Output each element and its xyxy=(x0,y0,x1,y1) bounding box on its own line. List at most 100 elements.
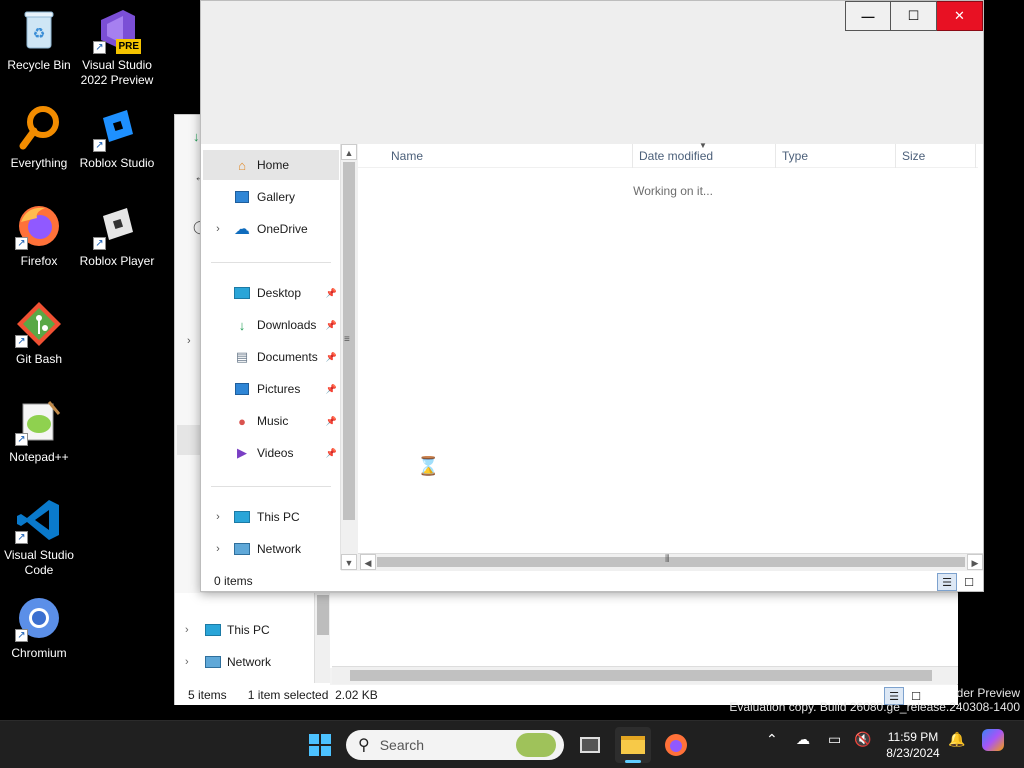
nav-item-music[interactable]: ● Music 📌 xyxy=(203,406,339,436)
desktop-icon-recycle-bin[interactable]: ♻ Recycle Bin xyxy=(0,6,78,73)
desktop-icon-label: Chromium xyxy=(11,646,67,660)
scrollbar-grip-icon: ⦀ xyxy=(665,554,670,565)
display-icon[interactable]: ▭ xyxy=(828,731,841,748)
nav-item-onedrive[interactable]: › ☁ OneDrive xyxy=(203,214,339,244)
explorer-window-foreground[interactable]: — ☐ ✕ ⌂ Home Gallery › ☁ OneDrive Deskto… xyxy=(200,0,984,592)
desktop-icon-chromium[interactable]: ↗ Chromium xyxy=(0,594,78,661)
scrollbar-thumb[interactable] xyxy=(377,557,965,567)
task-view-button[interactable] xyxy=(572,727,608,763)
selected-row-highlight xyxy=(177,425,201,455)
nav-item-label: Videos xyxy=(257,446,294,460)
chevron-right-icon[interactable]: › xyxy=(185,624,199,636)
title-bar[interactable]: — ☐ ✕ xyxy=(201,1,983,144)
git-bash-icon: ↗ xyxy=(15,300,63,348)
nav-item-this-pc[interactable]: › This PC xyxy=(185,619,270,641)
desktop-icon-everything[interactable]: Everything xyxy=(0,104,78,171)
nav-item-downloads[interactable]: ↓ Downloads 📌 xyxy=(203,310,339,340)
busy-cursor-icon: ⌛ xyxy=(417,456,440,476)
notification-bell-icon[interactable]: 🔔 xyxy=(948,731,965,748)
back-window-toolbar-strip xyxy=(175,115,201,595)
column-header-date-modified[interactable]: ▼ Date modified xyxy=(633,141,776,168)
scroll-left-button[interactable]: ◀ xyxy=(360,554,376,570)
nav-item-network[interactable]: › Network xyxy=(203,534,339,564)
nav-item-label: Network xyxy=(257,542,302,556)
nav-item-this-pc[interactable]: › This PC xyxy=(203,502,339,532)
chevron-right-icon[interactable]: › xyxy=(185,656,199,668)
scroll-up-button[interactable]: ▲ xyxy=(341,144,357,160)
this-pc-icon xyxy=(233,509,251,525)
desktop-icon-label: Roblox Player xyxy=(79,254,155,268)
nav-item-label: This PC xyxy=(257,510,300,524)
nav-item-network[interactable]: › Network xyxy=(185,651,271,673)
horizontal-scrollbar[interactable]: ◀ ⦀ ▶ xyxy=(358,553,983,570)
close-button[interactable]: ✕ xyxy=(937,1,983,31)
pin-icon[interactable]: 📌 xyxy=(326,384,337,395)
chevron-right-icon[interactable]: › xyxy=(187,335,191,347)
item-count: 0 items xyxy=(214,574,253,588)
this-pc-icon xyxy=(205,624,221,636)
nav-item-documents[interactable]: ▤ Documents 📌 xyxy=(203,342,339,372)
nav-item-home[interactable]: ⌂ Home xyxy=(203,150,339,180)
system-clock[interactable]: 11:59 PM 8/23/2024 xyxy=(882,729,944,761)
desktop-icon-label: Visual Studio 2022 Preview xyxy=(80,58,154,87)
large-icons-view-icon[interactable]: ☐ xyxy=(959,573,979,591)
pin-icon[interactable]: 📌 xyxy=(326,320,337,331)
scroll-right-button[interactable]: ▶ xyxy=(967,554,983,570)
scroll-down-button[interactable]: ▼ xyxy=(341,554,357,570)
pin-icon[interactable]: 📌 xyxy=(326,352,337,363)
column-header-type[interactable]: Type xyxy=(776,144,896,168)
desktop-icon-firefox[interactable]: ↗ Firefox xyxy=(0,202,78,269)
desktop-icon-roblox-player[interactable]: ↗ Roblox Player xyxy=(78,202,156,269)
minimize-button[interactable]: — xyxy=(845,1,891,31)
column-header-name[interactable]: Name xyxy=(358,144,633,168)
onedrive-offline-icon[interactable]: ☁ xyxy=(796,731,810,748)
desktop-icon-roblox-studio[interactable]: ↗ Roblox Studio xyxy=(78,104,156,171)
taskbar-search-box[interactable]: ⚲ Search xyxy=(346,730,564,760)
pin-icon[interactable]: 📌 xyxy=(326,288,337,299)
chevron-right-icon[interactable]: › xyxy=(211,511,225,523)
vscode-icon: ↗ xyxy=(15,496,63,544)
loading-message: Working on it... xyxy=(633,184,713,198)
file-list[interactable]: Name ▼ Date modified Type Size Working o… xyxy=(358,141,983,555)
network-icon xyxy=(205,656,221,668)
file-explorer-icon xyxy=(621,736,645,754)
start-button[interactable] xyxy=(302,727,338,763)
pin-icon[interactable]: 📌 xyxy=(326,448,337,459)
nav-divider xyxy=(211,486,331,487)
desktop-icon-visual-studio[interactable]: PRE ↗ Visual Studio 2022 Preview xyxy=(78,6,156,88)
shortcut-arrow-icon: ↗ xyxy=(93,139,106,152)
taskbar: ⚲ Search ⌃ ☁ ▭ 🔇 11:59 PM 8/23/2024 🔔 xyxy=(0,720,1024,768)
desktop-icon-vscode[interactable]: ↗ Visual Studio Code xyxy=(0,496,78,578)
firefox-taskbar-button[interactable] xyxy=(658,727,694,763)
navigation-scrollbar[interactable]: ▲ ≡ ▼ xyxy=(340,144,357,570)
preview-badge: PRE xyxy=(116,39,141,54)
copilot-icon[interactable] xyxy=(982,729,1004,754)
back-horizontal-scrollbar[interactable] xyxy=(332,666,958,684)
chevron-right-icon[interactable]: › xyxy=(211,223,225,235)
desktop-icon-notepad-plus-plus[interactable]: ↗ Notepad++ xyxy=(0,398,78,465)
volume-muted-icon[interactable]: 🔇 xyxy=(854,731,871,748)
pin-icon[interactable]: 📌 xyxy=(326,416,337,427)
clock-time: 11:59 PM xyxy=(887,730,939,744)
back-nav-scrollbar[interactable] xyxy=(314,593,330,683)
column-header-size[interactable]: Size xyxy=(896,144,976,168)
nav-item-label: OneDrive xyxy=(257,222,308,236)
nav-item-videos[interactable]: ▶ Videos 📌 xyxy=(203,438,339,468)
scrollbar-grip-icon: ≡ xyxy=(344,334,350,345)
nav-item-pictures[interactable]: Pictures 📌 xyxy=(203,374,339,404)
nav-item-gallery[interactable]: Gallery xyxy=(203,182,339,212)
everything-search-icon xyxy=(15,104,63,152)
nav-item-desktop[interactable]: Desktop 📌 xyxy=(203,278,339,308)
details-view-icon[interactable]: ☰ xyxy=(937,573,957,591)
scrollbar-thumb[interactable] xyxy=(350,670,932,681)
gallery-icon xyxy=(233,189,251,205)
task-view-icon xyxy=(580,737,600,753)
nav-item-label: Pictures xyxy=(257,382,301,396)
maximize-button[interactable]: ☐ xyxy=(891,1,937,31)
desktop-icon-git-bash[interactable]: ↗ Git Bash xyxy=(0,300,78,367)
scrollbar-thumb[interactable] xyxy=(317,595,329,635)
onedrive-icon: ☁ xyxy=(234,221,250,238)
chevron-right-icon[interactable]: › xyxy=(211,543,225,555)
chevron-up-icon[interactable]: ⌃ xyxy=(766,731,778,748)
file-explorer-taskbar-button[interactable] xyxy=(615,727,651,763)
